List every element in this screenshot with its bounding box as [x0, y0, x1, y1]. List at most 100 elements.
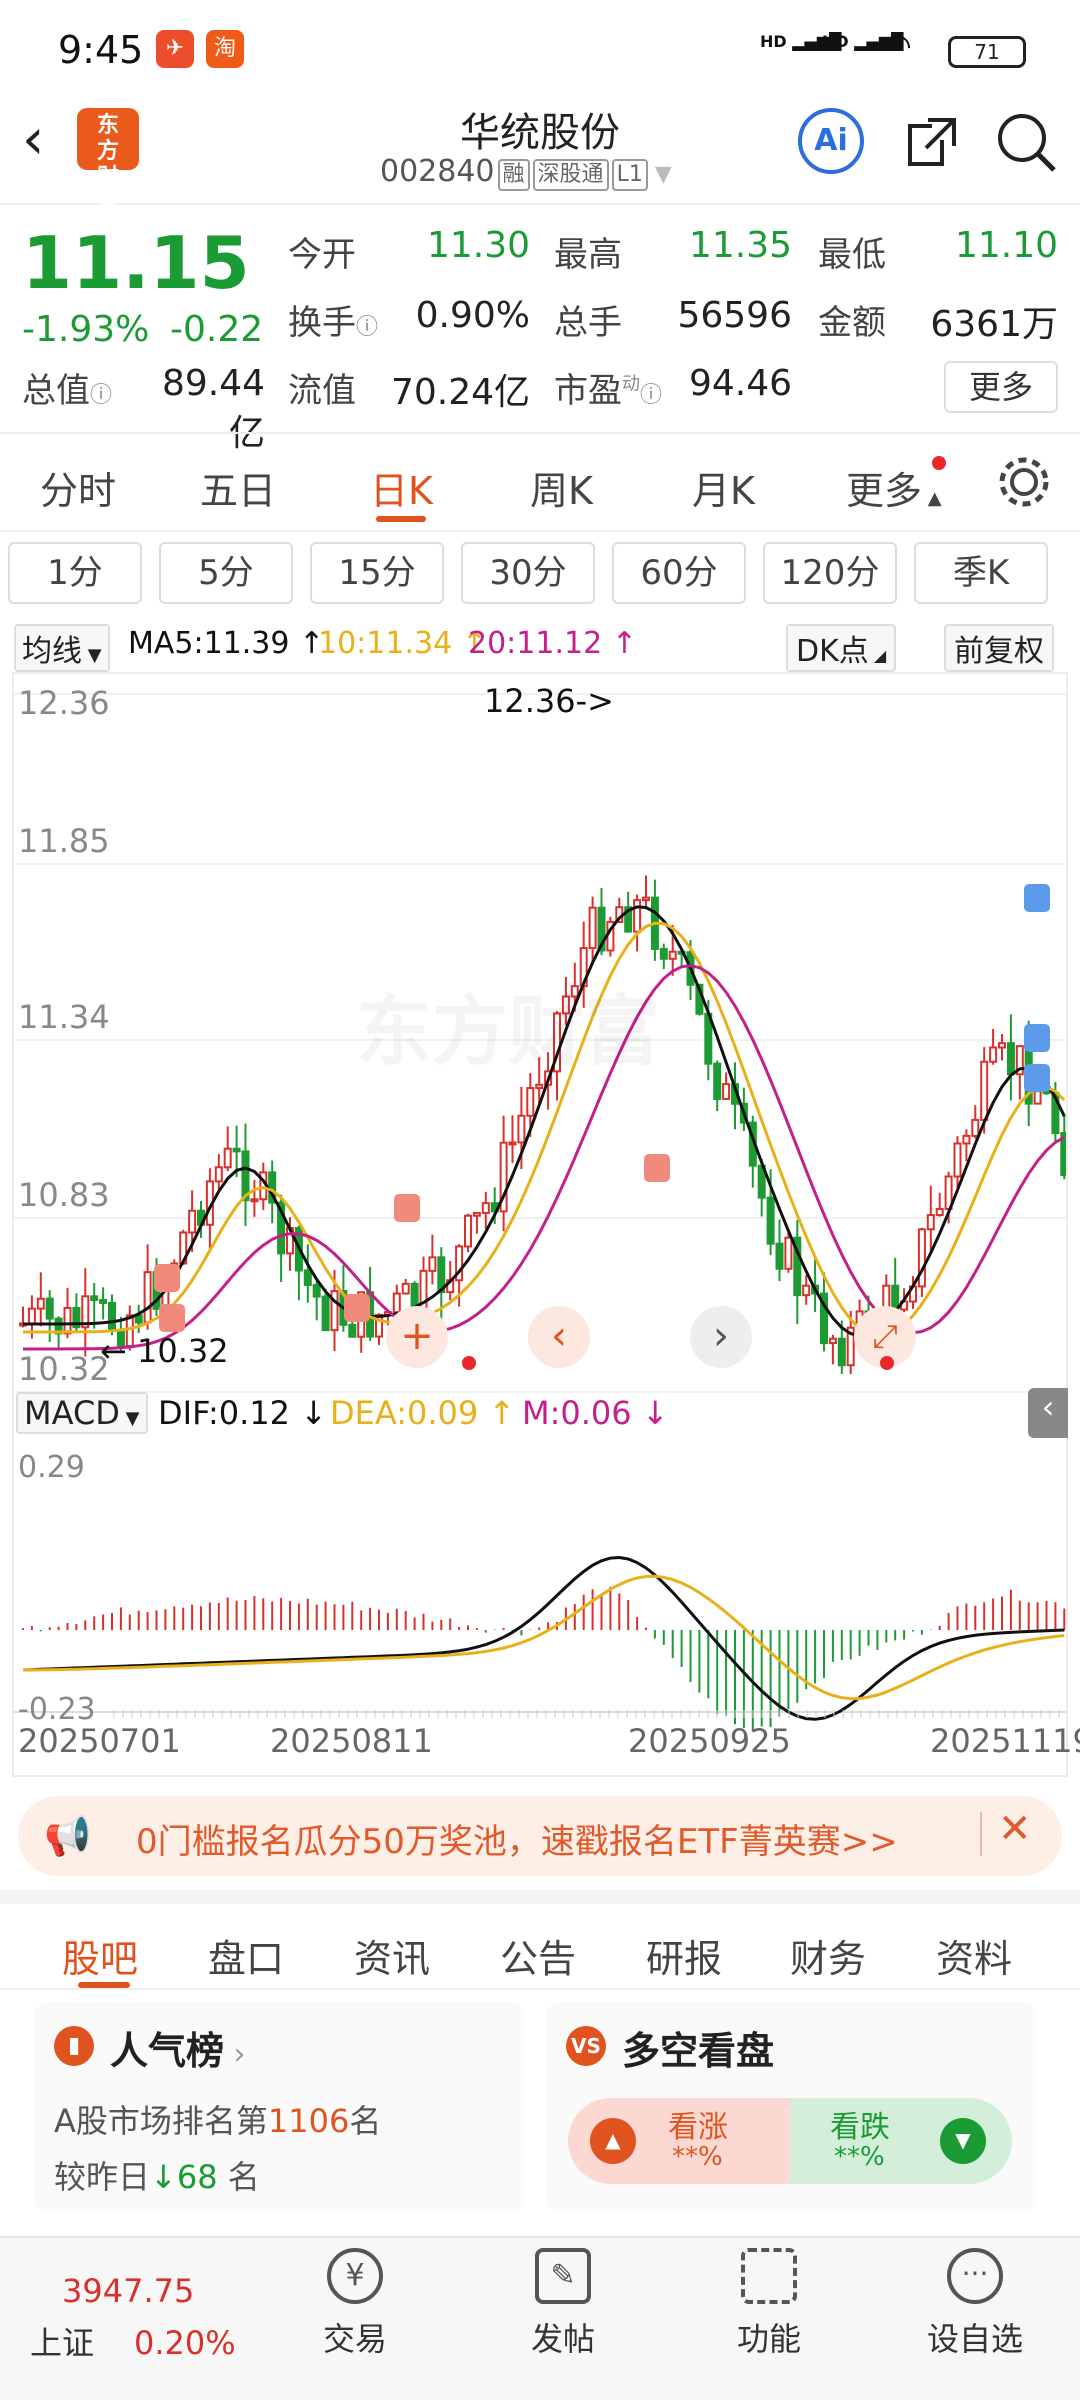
candle-body: [472, 1211, 481, 1217]
connect-tag: 深股通: [532, 159, 609, 191]
content-tabs: 股吧 盘口 资讯 公告 研报 财务 资料: [0, 1890, 1080, 1990]
candle-body: [659, 947, 668, 960]
dropdown-triangle-icon[interactable]: ▼: [648, 162, 672, 187]
tab-guba[interactable]: 股吧: [62, 1928, 138, 1983]
index-line: 上证 0.20%: [30, 2324, 236, 2362]
chart-red-dot: [462, 1356, 476, 1370]
macd-legend-bar: MACD ▼ DIF:0.12 ↓ DEA:0.09 ↑ M:0.06 ↓ ‹: [14, 1386, 1068, 1440]
tab-five-day[interactable]: 五日: [200, 460, 276, 515]
tab-profile[interactable]: 资料: [936, 1928, 1012, 1983]
popularity-card[interactable]: ▮ 人气榜 › A股市场排名第1106名 较昨日↓68 名: [34, 2002, 524, 2212]
sell-marker[interactable]: [1024, 1024, 1050, 1052]
period-30min-button[interactable]: 30分: [461, 542, 595, 604]
high-value: 11.35: [688, 225, 792, 266]
turnover-label: 换手ⓘ: [288, 303, 379, 343]
stock-code: 002840: [380, 154, 495, 189]
app-notification-icon: ✈: [156, 30, 194, 68]
active-tab-indicator: [376, 516, 426, 522]
adjust-button[interactable]: 前复权: [944, 624, 1054, 672]
popularity-change: 较昨日↓68 名: [54, 2158, 260, 2196]
pe-value: 94.46: [688, 363, 792, 404]
sentiment-title: 多空看盘: [622, 2029, 775, 2073]
candle-body: [99, 1298, 108, 1304]
candle-body: [775, 1242, 784, 1270]
index-ticker[interactable]: 3947.75 上证 0.20%: [30, 2272, 250, 2364]
close-icon[interactable]: ✕: [998, 1806, 1032, 1852]
scroll-right-button[interactable]: ›: [690, 1306, 752, 1368]
add-indicator-button[interactable]: +: [386, 1306, 448, 1368]
period-15min-button[interactable]: 15分: [310, 542, 444, 604]
ai-button[interactable]: Ai: [798, 108, 864, 174]
candle-body: [766, 1196, 775, 1245]
dk-point-button[interactable]: DK点 ◢: [786, 624, 897, 672]
settings-gear-icon[interactable]: [996, 454, 1052, 510]
promo-banner[interactable]: 📢 0门槛报名瓜分50万奖池，速戳报名ETF菁英赛>> ✕: [18, 1796, 1062, 1876]
ma-selector[interactable]: 均线 ▼: [14, 624, 110, 672]
tab-pankou[interactable]: 盘口: [208, 1928, 284, 1983]
tab-intraday[interactable]: 分时: [40, 460, 116, 515]
kline-svg[interactable]: [14, 674, 1069, 1775]
kline-chart-area[interactable]: 12.36 11.85 11.34 10.83 10.32 12.36-> ← …: [12, 672, 1080, 1777]
tab-research[interactable]: 研报: [646, 1928, 722, 1983]
ma20-value: 20:11.12 ↑: [468, 626, 637, 661]
tab-weekly-k[interactable]: 周K: [530, 460, 593, 515]
banner-divider: [980, 1812, 982, 1856]
tab-monthly-k[interactable]: 月K: [692, 460, 755, 515]
trade-marker[interactable]: [644, 1154, 670, 1182]
y-label-bottom: 10.32: [18, 1350, 110, 1388]
nav-functions[interactable]: 功能: [704, 2248, 834, 2360]
tab-finance[interactable]: 财务: [790, 1928, 866, 1983]
nav-add-watchlist[interactable]: ··· 设自选: [910, 2248, 1040, 2360]
tab-more[interactable]: 更多 ▲: [846, 460, 942, 515]
info-icon[interactable]: ⓘ: [90, 383, 112, 408]
candle-body: [828, 1337, 837, 1345]
candle-body: [989, 1046, 998, 1063]
yen-icon: ¥: [327, 2248, 383, 2304]
period-120min-button[interactable]: 120分: [763, 542, 897, 604]
period-quarter-button[interactable]: 季K: [914, 542, 1048, 604]
sentiment-card[interactable]: VS 多空看盘 ▲ 看涨 **% 看跌 **% ▼: [546, 2002, 1036, 2212]
trade-marker[interactable]: [159, 1304, 185, 1332]
candle-body: [980, 1060, 989, 1121]
tab-announcements[interactable]: 公告: [500, 1928, 576, 1983]
bullish-button[interactable]: ▲ 看涨 **%: [568, 2098, 790, 2184]
low-value: 11.10: [954, 225, 1058, 266]
y-label-2: 11.85: [18, 822, 110, 860]
pe-label: 市盈动ⓘ: [554, 371, 663, 411]
trade-marker[interactable]: [1024, 1064, 1050, 1092]
float-cap-label: 流值: [288, 371, 356, 411]
period-1min-button[interactable]: 1分: [8, 542, 142, 604]
tab-daily-k[interactable]: 日K: [370, 460, 433, 515]
sell-marker[interactable]: [1024, 884, 1050, 912]
collapse-panel-button[interactable]: ‹: [1028, 1388, 1068, 1438]
bearish-button[interactable]: 看跌 **% ▼: [790, 2098, 1012, 2184]
m-value: M:0.06 ↓: [522, 1394, 669, 1432]
bearish-value: **%: [834, 2142, 885, 2172]
bar-chart-icon: ▮: [54, 2026, 94, 2066]
nav-post[interactable]: ✎ 发帖: [498, 2248, 628, 2360]
trade-marker[interactable]: [344, 1294, 370, 1322]
info-icon[interactable]: ⓘ: [640, 383, 662, 408]
trade-marker[interactable]: [394, 1194, 420, 1222]
period-5min-button[interactable]: 5分: [159, 542, 293, 604]
nav-trade[interactable]: ¥ 交易: [290, 2248, 420, 2360]
candle-body: [926, 1214, 935, 1231]
date-label-1: 20250701: [18, 1722, 181, 1760]
bearish-label: 看跌: [830, 2110, 890, 2145]
promo-text[interactable]: 0门槛报名瓜分50万奖池，速戳报名ETF菁英赛>>: [136, 1814, 898, 1863]
dif-line: [22, 1555, 1065, 1721]
ma10-value: 10:11.34 ↑: [318, 626, 487, 661]
vs-icon: VS: [566, 2026, 606, 2066]
scroll-left-button[interactable]: ‹: [528, 1306, 590, 1368]
search-icon[interactable]: [994, 110, 1058, 174]
candle-body: [935, 1207, 944, 1217]
tab-news[interactable]: 资讯: [354, 1928, 430, 1983]
share-icon[interactable]: [902, 112, 962, 172]
period-60min-button[interactable]: 60分: [612, 542, 746, 604]
macd-selector[interactable]: MACD ▼: [16, 1392, 148, 1434]
candle-body: [1006, 1042, 1015, 1076]
info-icon[interactable]: ⓘ: [356, 315, 378, 340]
trade-marker[interactable]: [154, 1264, 180, 1292]
dea-line: [22, 1574, 1065, 1701]
more-button[interactable]: 更多: [944, 361, 1058, 413]
